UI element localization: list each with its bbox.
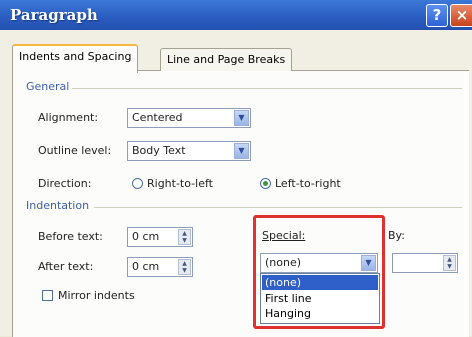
ltr-label[interactable]: Left-to-right xyxy=(275,177,341,190)
general-section-label: General xyxy=(26,80,70,93)
spin-icon[interactable]: ▲ ▼ xyxy=(178,259,191,275)
help-icon[interactable]: ? xyxy=(426,4,448,27)
alignment-select[interactable]: Centered ▼ xyxy=(127,108,251,128)
rtl-label[interactable]: Right-to-left xyxy=(147,177,213,190)
spin-icon[interactable]: ▲ ▼ xyxy=(443,255,456,271)
alignment-value: Centered xyxy=(132,111,183,124)
outline-level-value: Body Text xyxy=(132,144,186,157)
after-text-spinner[interactable]: 0 cm ▲ ▼ xyxy=(127,257,193,277)
highlight-box xyxy=(253,215,385,329)
paragraph-dialog: Paragraph ? × Indents and Spacing Line a… xyxy=(0,0,472,337)
indentation-section-label: Indentation xyxy=(26,199,90,212)
rtl-radio[interactable] xyxy=(132,178,143,189)
by-spinner[interactable]: ▲ ▼ xyxy=(392,253,458,273)
mirror-indents-label[interactable]: Mirror indents xyxy=(58,289,135,302)
by-label: By: xyxy=(388,229,405,242)
indentation-divider xyxy=(94,207,462,208)
dropdown-arrow-icon[interactable]: ▼ xyxy=(234,143,249,159)
outline-level-label: Outline level: xyxy=(38,144,112,157)
outline-level-select[interactable]: Body Text ▼ xyxy=(127,141,251,161)
dropdown-arrow-icon[interactable]: ▼ xyxy=(234,110,249,126)
tab-line-and-page-breaks[interactable]: Line and Page Breaks xyxy=(160,48,293,71)
spin-icon[interactable]: ▲ ▼ xyxy=(178,229,191,245)
title-bar: Paragraph ? × xyxy=(0,0,472,30)
before-text-label: Before text: xyxy=(38,230,103,243)
mirror-indents-checkbox[interactable] xyxy=(42,290,53,301)
before-text-spinner[interactable]: 0 cm ▲ ▼ xyxy=(127,227,193,247)
close-icon[interactable]: × xyxy=(450,4,472,27)
ltr-radio[interactable] xyxy=(260,178,271,189)
alignment-label: Alignment: xyxy=(38,111,99,124)
after-text-label: After text: xyxy=(38,260,94,273)
before-text-value: 0 cm xyxy=(132,230,160,243)
dialog-title: Paragraph xyxy=(10,6,98,24)
general-divider xyxy=(72,88,462,89)
after-text-value: 0 cm xyxy=(132,260,160,273)
tab-indents-and-spacing[interactable]: Indents and Spacing xyxy=(12,44,139,73)
direction-label: Direction: xyxy=(38,177,92,190)
